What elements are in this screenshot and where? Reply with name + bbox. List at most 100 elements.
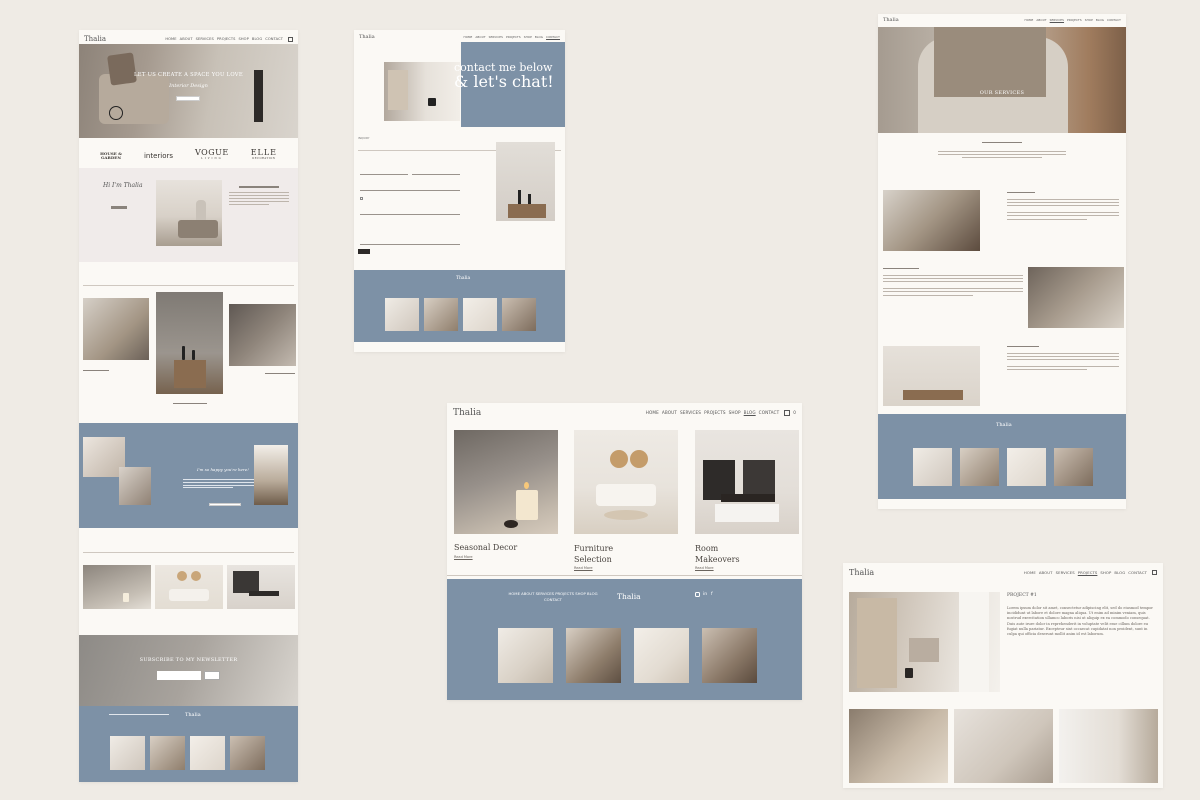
name-first-field[interactable] (360, 174, 408, 175)
nav-item-projects[interactable]: PROJECTS (506, 35, 521, 39)
nav-item-about[interactable]: ABOUT (1039, 570, 1053, 575)
about-text (229, 186, 289, 205)
nav-item-shop[interactable]: SHOP (1100, 570, 1111, 575)
logo[interactable]: Thalia (84, 35, 106, 43)
linkedin-icon[interactable]: in (703, 592, 708, 597)
hero-title: LET US CREATE A SPACE YOU LOVE (134, 72, 243, 78)
nav-item-services[interactable]: SERVICES (489, 35, 503, 39)
nav-item-services[interactable]: SERVICES (196, 37, 214, 42)
blog-card-link-3[interactable]: Read More (695, 566, 714, 570)
service-caption-2 (173, 403, 207, 404)
footer-tile (230, 736, 265, 770)
footer-links-line2[interactable]: CONTACT (503, 597, 603, 603)
footer-links (109, 714, 169, 715)
nav-item-home[interactable]: HOME (1024, 570, 1036, 575)
nav-item-services[interactable]: SERVICES (1050, 18, 1064, 22)
project-gallery-image-3 (1059, 709, 1158, 783)
footer-tile (424, 298, 458, 331)
nav-item-shop[interactable]: SHOP (239, 37, 249, 42)
email-field[interactable] (360, 190, 460, 191)
nav-item-contact[interactable]: CONTACT (265, 37, 283, 42)
nav-item-shop[interactable]: SHOP (524, 35, 532, 39)
nav-item-home[interactable]: HOME (464, 35, 473, 39)
cart-icon[interactable] (288, 36, 293, 42)
blog-card-title-2-line1: Furniture (574, 544, 614, 553)
cart-icon[interactable] (1152, 569, 1157, 575)
services-hero-image: OUR SERVICES (878, 27, 1126, 133)
hero-script: Interior Design (169, 83, 208, 89)
footer-tile (190, 736, 225, 770)
service-row-text-1 (1007, 192, 1119, 220)
nav-item-home[interactable]: HOME (165, 37, 176, 42)
newsletter-checkbox[interactable] (360, 197, 363, 200)
footer-logo[interactable]: Thalia (617, 592, 641, 601)
press-logo-house-garden: HOUSE & GARDEN (100, 151, 122, 160)
nav-item-projects[interactable]: PROJECTS (1067, 18, 1082, 22)
name-last-field[interactable] (412, 174, 460, 175)
project-body: Lorem ipsum dolor sit amet, consectetur … (1007, 606, 1153, 637)
nav-item-blog[interactable]: BLOG (535, 35, 543, 39)
cart-count: 0 (793, 410, 796, 415)
nav-item-about[interactable]: ABOUT (475, 35, 485, 39)
nav-item-projects[interactable]: PROJECTS (704, 410, 726, 416)
footer-tile (634, 628, 689, 683)
footer-logo[interactable]: Thalia (456, 276, 470, 281)
logo[interactable]: Thalia (453, 408, 481, 418)
newsletter-title: SUBSCRIBE TO MY NEWSLETTER (139, 657, 238, 663)
nav-item-contact[interactable]: CONTACT (1107, 18, 1121, 22)
newsletter-email-input[interactable] (157, 671, 201, 680)
footer-logo[interactable]: Thalia (185, 712, 201, 718)
nav-item-home[interactable]: HOME (646, 410, 659, 416)
nav-item-shop[interactable]: SHOP (729, 410, 741, 416)
logo[interactable]: Thalia (849, 568, 874, 577)
about-button[interactable] (111, 206, 127, 209)
services-footer: Thalia (878, 414, 1126, 499)
testimonial-text (183, 479, 255, 489)
nav-links: HOME ABOUT SERVICES PROJECTS SHOP BLOG C… (646, 410, 796, 416)
blog-card-title-3[interactable]: Room Makeovers (695, 543, 740, 565)
nav-item-about[interactable]: ABOUT (180, 37, 193, 42)
project-main-image (849, 592, 1000, 692)
message-field[interactable] (360, 244, 460, 245)
logo[interactable]: Thalia (359, 34, 375, 40)
blog-card-title-1[interactable]: Seasonal Decor (454, 543, 517, 552)
nav-item-contact[interactable]: CONTACT (1128, 570, 1147, 575)
footer-tile (1054, 448, 1093, 486)
nav-item-projects[interactable]: PROJECTS (1078, 570, 1098, 575)
logo[interactable]: Thalia (883, 17, 899, 23)
service-image-2 (156, 292, 223, 394)
nav-item-services[interactable]: SERVICES (680, 410, 701, 416)
testimonial-button[interactable] (209, 503, 241, 506)
newsletter-submit-button[interactable] (204, 671, 220, 680)
subject-field[interactable] (360, 214, 460, 215)
cart-icon[interactable] (784, 410, 791, 416)
nav-item-blog[interactable]: BLOG (1096, 18, 1104, 22)
nav-item-projects[interactable]: PROJECTS (217, 37, 236, 42)
instagram-icon[interactable] (695, 592, 700, 597)
blog-card-image-2 (574, 430, 678, 534)
nav-item-about[interactable]: ABOUT (662, 410, 677, 416)
facebook-icon[interactable]: f (711, 592, 716, 597)
nav-item-shop[interactable]: SHOP (1085, 18, 1093, 22)
blog-thumb-1 (83, 565, 151, 609)
nav-item-services[interactable]: SERVICES (1056, 570, 1075, 575)
newsletter-section: SUBSCRIBE TO MY NEWSLETTER (79, 635, 298, 706)
nav-item-blog[interactable]: BLOG (1114, 570, 1125, 575)
nav-item-home[interactable]: HOME (1025, 18, 1034, 22)
footer-logo[interactable]: Thalia (996, 422, 1012, 428)
nav-item-blog[interactable]: BLOG (744, 410, 756, 416)
blog-card-title-2[interactable]: Furniture Selection (574, 543, 613, 565)
contact-submit-button[interactable] (358, 249, 370, 254)
blog-card-title-2-line2: Selection (574, 555, 612, 564)
nav-item-contact[interactable]: CONTACT (546, 35, 560, 39)
blog-nav: Thalia HOME ABOUT SERVICES PROJECTS SHOP… (447, 403, 802, 423)
happy-script: I'm so happy you're here! (197, 467, 249, 472)
nav-item-about[interactable]: ABOUT (1036, 18, 1046, 22)
nav-item-blog[interactable]: BLOG (252, 37, 262, 42)
hero-button[interactable] (176, 96, 200, 101)
footer-tile (385, 298, 419, 331)
blog-card-link-2[interactable]: Read More (574, 566, 593, 570)
nav-item-contact[interactable]: CONTACT (759, 410, 780, 416)
blog-thumb-3 (227, 565, 295, 609)
blog-card-link-1[interactable]: Read More (454, 555, 473, 559)
